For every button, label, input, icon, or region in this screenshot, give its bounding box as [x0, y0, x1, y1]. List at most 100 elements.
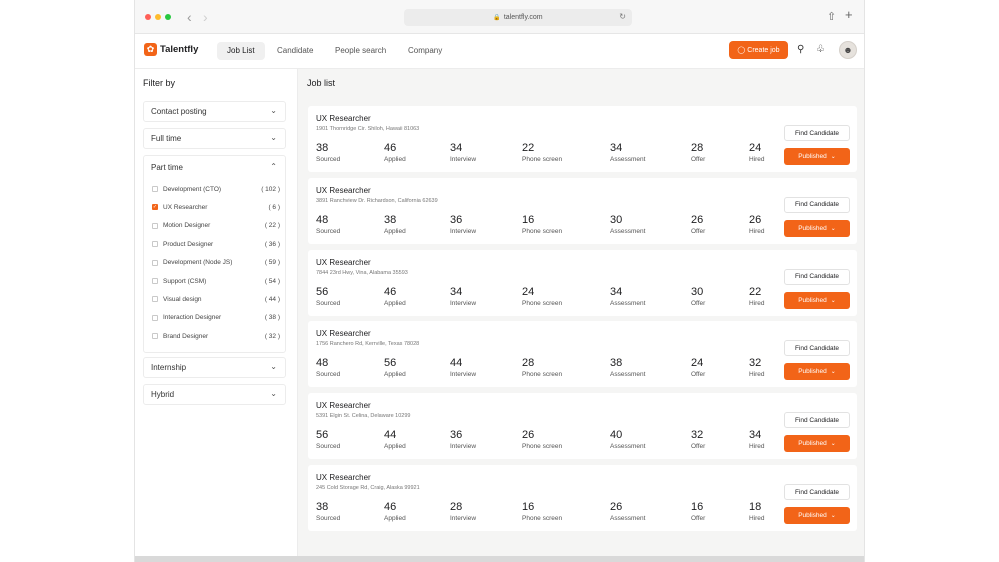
pipeline-stat: 26 Offer — [691, 214, 705, 235]
find-candidate-button[interactable]: Find Candidate — [784, 340, 850, 357]
find-candidate-button[interactable]: Find Candidate — [784, 268, 850, 285]
avatar[interactable]: ☻ — [839, 41, 857, 59]
published-dropdown-button[interactable]: Published ⌄ — [784, 291, 850, 309]
pipeline-stat: 24 Offer — [691, 357, 705, 378]
filter-option[interactable]: Product Designer ( 36 ) — [152, 238, 280, 250]
stat-value: 34 — [450, 142, 463, 154]
stat-label: Assessment — [610, 299, 646, 307]
pipeline-stat: 44 Applied — [384, 429, 406, 450]
checkbox-checked[interactable]: ✓ — [152, 204, 158, 211]
published-label: Published — [798, 296, 827, 304]
stat-label: Applied — [384, 156, 406, 163]
filter-option-count: ( 38 ) — [264, 314, 280, 322]
checkbox[interactable] — [152, 296, 158, 303]
find-candidate-button[interactable]: Find Candidate — [784, 484, 850, 500]
checkbox[interactable] — [152, 241, 158, 248]
back-arrow-icon[interactable]: ‹ — [187, 9, 192, 25]
job-title[interactable]: UX Researcher — [316, 186, 371, 195]
stat-label: Interview — [450, 443, 477, 451]
pipeline-stat: 24 Phone screen — [522, 286, 562, 307]
job-title[interactable]: UX Researcher — [316, 401, 371, 410]
stat-value: 28 — [691, 142, 704, 154]
filter-option[interactable]: Development (CTO) ( 102 ) — [152, 183, 280, 195]
checkbox[interactable] — [152, 278, 158, 284]
pipeline-stat: 16 Offer — [691, 501, 705, 522]
published-dropdown-button[interactable]: Published ⌄ — [784, 219, 850, 237]
forward-arrow-icon[interactable]: › — [203, 9, 208, 25]
minimize-window-button[interactable] — [155, 14, 161, 20]
stat-label: Phone screen — [522, 371, 563, 379]
filter-option-count: ( 36 ) — [264, 240, 280, 248]
filter-option[interactable]: Interaction Designer ( 38 ) — [152, 312, 280, 324]
filter-option[interactable]: Development (Node JS) ( 59 ) — [152, 257, 280, 269]
nav-company[interactable]: Company — [398, 42, 452, 60]
pipeline-stat: 56 Sourced — [316, 286, 340, 307]
filter-option-label: Visual design — [163, 295, 202, 303]
stat-label: Sourced — [316, 515, 341, 522]
nav-candidate[interactable]: Candidate — [267, 42, 323, 60]
address-bar[interactable]: 🔒 talentfly.com ↻ — [404, 9, 632, 26]
job-title[interactable]: UX Researcher — [316, 114, 371, 123]
job-card[interactable]: UX Researcher 7844 23rd Hwy, Vina, Alabam… — [308, 249, 857, 316]
published-label: Published — [798, 153, 827, 160]
stat-value: 56 — [316, 285, 329, 298]
pipeline-stat: 32 Hired — [749, 357, 765, 378]
chevron-down-icon: ⌄ — [830, 225, 836, 232]
search-icon[interactable]: ⚲ — [797, 44, 804, 56]
filter-option[interactable]: ✓ UX Researcher ( 6 ) — [152, 201, 280, 213]
stat-value: 30 — [691, 285, 704, 298]
nav-people-search[interactable]: People search — [325, 42, 396, 60]
published-dropdown-button[interactable]: Published ⌄ — [784, 507, 850, 524]
job-address: 1756 Ranchero Rd, Kerrville, Texas 78028 — [316, 341, 420, 348]
checkbox[interactable] — [152, 333, 158, 340]
job-card[interactable]: UX Researcher 5391 Elgin St. Celina, Dela… — [308, 393, 857, 460]
stat-label: Phone screen — [522, 299, 563, 307]
job-title[interactable]: UX Researcher — [316, 329, 371, 338]
filter-label[interactable]: Part time — [151, 163, 183, 172]
published-dropdown-button[interactable]: Published ⌄ — [784, 148, 850, 165]
nav-job-list[interactable]: Job List — [217, 42, 265, 60]
filter-option[interactable]: Support (CSM) ( 54 ) — [152, 275, 280, 287]
pipeline-stat: 38 Applied — [384, 214, 406, 235]
plus-icon[interactable]: + — [845, 8, 853, 22]
lock-icon: 🔒 — [493, 15, 501, 21]
filter-option-label: Interaction Designer — [163, 314, 222, 322]
stat-label: Applied — [384, 515, 406, 522]
stat-label: Sourced — [316, 371, 341, 379]
filter-option[interactable]: Brand Designer ( 32 ) — [152, 330, 280, 342]
find-candidate-button[interactable]: Find Candidate — [784, 125, 850, 141]
job-title[interactable]: UX Researcher — [316, 473, 371, 482]
job-card[interactable]: UX Researcher 3891 Ranchview Dr. Richards… — [308, 177, 857, 244]
checkbox[interactable] — [152, 259, 158, 266]
filter-hybrid[interactable]: Hybrid ⌄ — [143, 384, 286, 405]
find-candidate-button[interactable]: Find Candidate — [784, 412, 850, 429]
published-dropdown-button[interactable]: Published ⌄ — [784, 363, 850, 381]
checkbox[interactable] — [152, 222, 158, 229]
checkbox[interactable] — [152, 314, 158, 321]
logo[interactable]: ✿ Talentfly — [144, 43, 198, 56]
pipeline-stat: 26 Phone screen — [522, 429, 562, 450]
filter-full-time[interactable]: Full time ⌄ — [143, 128, 286, 149]
job-card[interactable]: UX Researcher 1756 Ranchero Rd, Kerrville… — [308, 321, 857, 388]
job-card[interactable]: UX Researcher 1901 Thornridge Cir. Shiloh… — [308, 106, 857, 172]
filter-option[interactable]: Motion Designer ( 22 ) — [152, 220, 280, 232]
stat-value: 44 — [384, 429, 397, 442]
find-candidate-button[interactable]: Find Candidate — [784, 196, 850, 213]
published-dropdown-button[interactable]: Published ⌄ — [784, 435, 850, 453]
close-window-button[interactable] — [145, 14, 151, 20]
filter-option-count: ( 6 ) — [268, 203, 280, 211]
chevron-up-icon[interactable]: ⌃ — [270, 162, 277, 171]
stat-value: 44 — [450, 357, 463, 370]
checkbox[interactable] — [152, 186, 158, 192]
job-card[interactable]: UX Researcher 245 Cold Storage Rd, Craig,… — [308, 465, 857, 531]
filter-option[interactable]: Visual design ( 44 ) — [152, 293, 280, 305]
bell-icon[interactable]: ♧ — [816, 44, 825, 56]
reload-icon[interactable]: ↻ — [619, 12, 626, 21]
job-title[interactable]: UX Researcher — [316, 258, 371, 267]
maximize-window-button[interactable] — [165, 14, 171, 20]
pipeline-stat: 22 Hired — [749, 286, 765, 307]
create-job-button[interactable]: ◯ Create job — [729, 41, 788, 59]
filter-contact-posting[interactable]: Contact posting ⌄ — [143, 101, 286, 122]
share-icon[interactable]: ⇧ — [827, 10, 836, 24]
filter-internship[interactable]: Internship ⌄ — [143, 357, 286, 378]
